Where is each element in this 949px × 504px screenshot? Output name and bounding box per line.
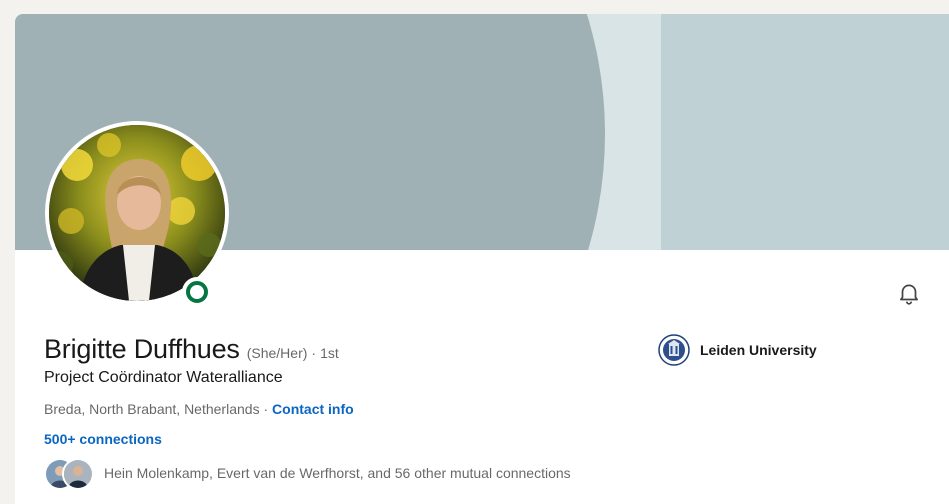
- connections-link[interactable]: 500+ connections: [44, 431, 162, 447]
- connection-degree: 1st: [320, 345, 339, 361]
- profile-headline: Project Coördinator Wateralliance: [44, 369, 283, 386]
- location-separator: ·: [259, 401, 273, 417]
- bell-icon[interactable]: [896, 280, 922, 306]
- mutual-avatars: [44, 458, 96, 490]
- location-text: Breda, North Brabant, Netherlands: [44, 401, 260, 417]
- mutual-connections-text: Hein Molenkamp, Evert van de Werfhorst, …: [104, 465, 571, 481]
- mutual-connections-row[interactable]: Hein Molenkamp, Evert van de Werfhorst, …: [44, 458, 571, 490]
- online-status-indicator: [182, 277, 212, 307]
- education-entry[interactable]: Leiden University: [658, 334, 817, 366]
- profile-photo[interactable]: [49, 125, 225, 301]
- name-separator: ·: [311, 345, 317, 361]
- name-row: Brigitte Duffhues (She/Her) · 1st: [44, 334, 339, 365]
- mutual-avatar: [62, 458, 94, 490]
- profile-card: Brigitte Duffhues (She/Her) · 1st Projec…: [15, 14, 949, 504]
- location-row: Breda, North Brabant, Netherlands · Cont…: [44, 401, 354, 417]
- profile-photo-image: [49, 125, 225, 301]
- leiden-university-seal-icon: [658, 334, 690, 366]
- pronouns: (She/Her): [246, 345, 308, 361]
- profile-name: Brigitte Duffhues: [44, 334, 240, 364]
- education-school-name: Leiden University: [700, 342, 817, 358]
- cover-right-block: [661, 14, 949, 250]
- contact-info-link[interactable]: Contact info: [272, 401, 354, 417]
